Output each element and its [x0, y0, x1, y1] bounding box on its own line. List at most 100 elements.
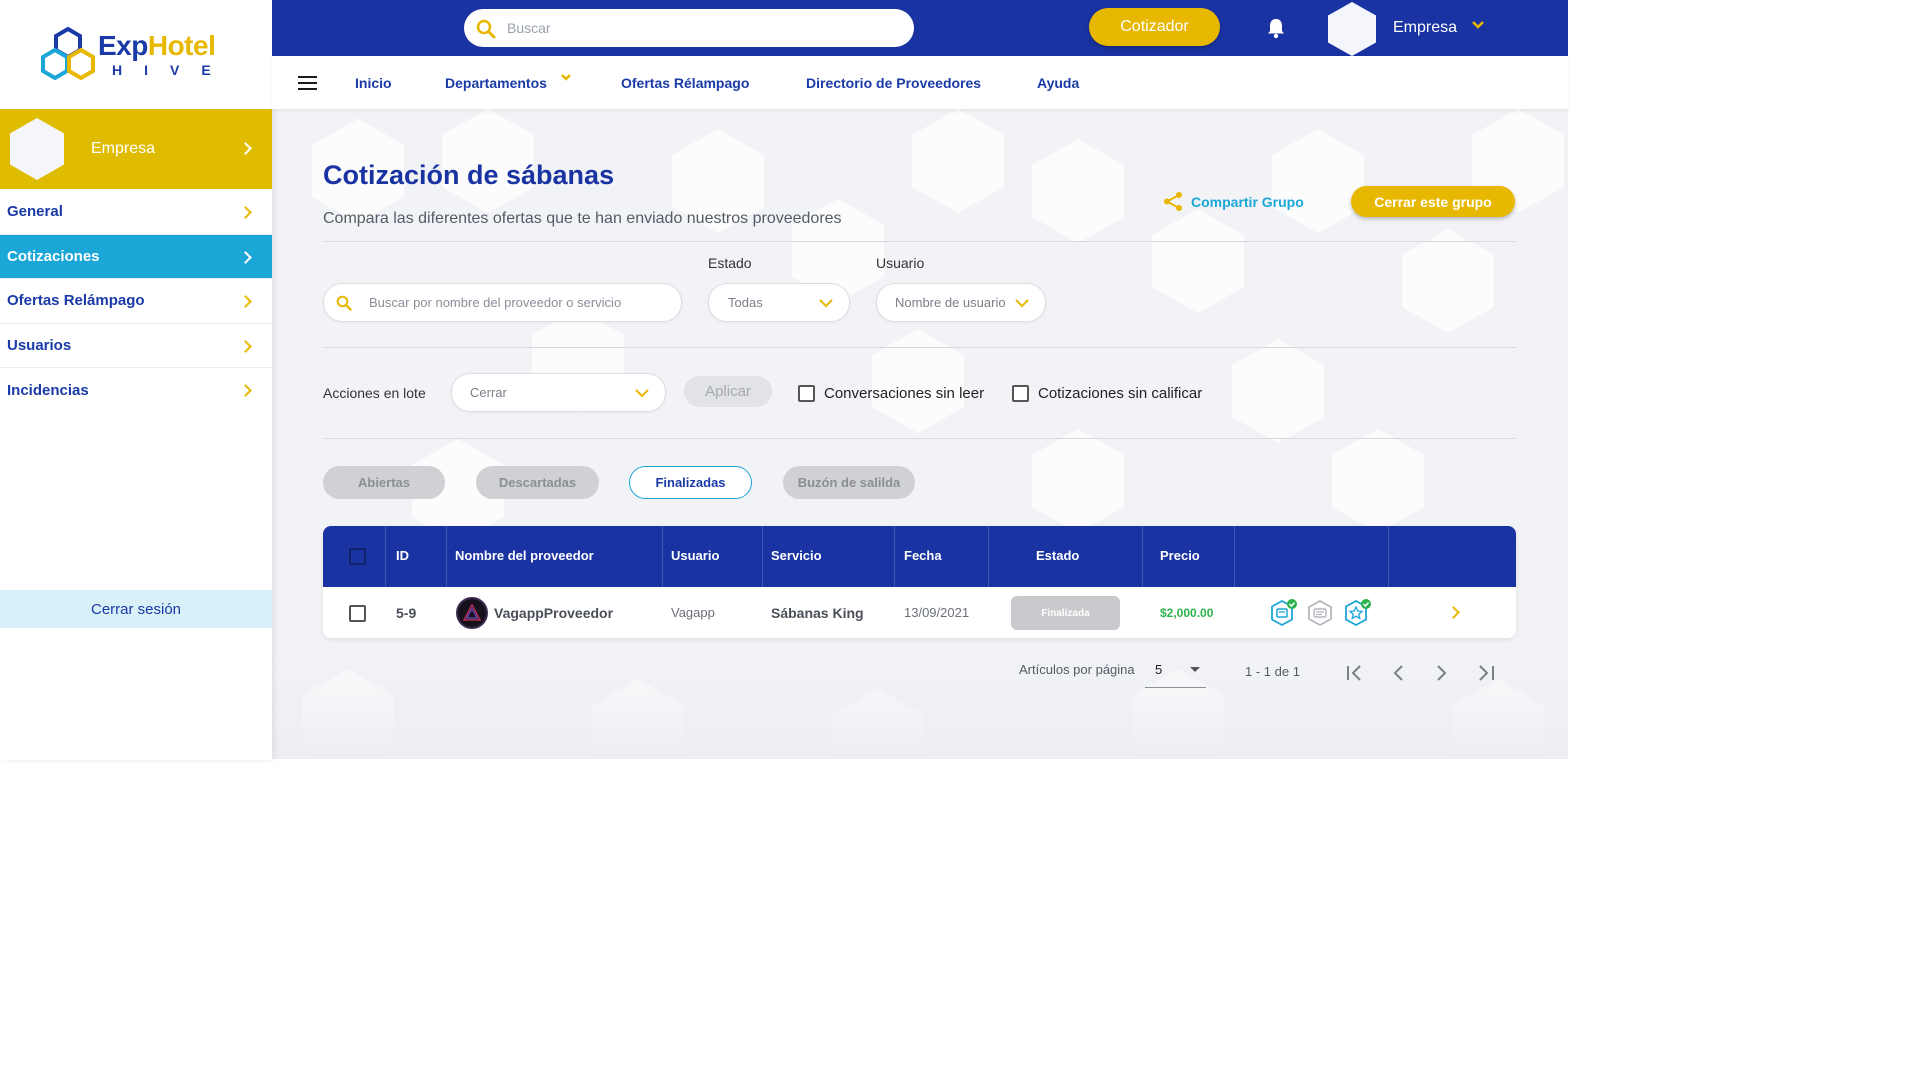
- page-subtitle: Compara las diferentes ofertas que te ha…: [323, 210, 842, 227]
- menu-item-directorio-proveedores[interactable]: Directorio de Proveedores: [806, 75, 981, 91]
- chevron-down-icon[interactable]: [1471, 20, 1485, 30]
- caret-down-icon: [1190, 667, 1200, 672]
- sidebar: ExpHotel HIVE Empresa General Cotizacion…: [0, 0, 272, 760]
- search-icon: [336, 295, 352, 311]
- sidebar-item-label: Ofertas Relámpago: [7, 292, 145, 310]
- topbar-company-name[interactable]: Empresa: [1393, 19, 1457, 37]
- column-header-status[interactable]: Estado: [1036, 548, 1079, 563]
- menu-item-departamentos[interactable]: Departamentos: [445, 75, 547, 91]
- chevron-right-icon: [239, 339, 252, 353]
- share-group-label: Compartir Grupo: [1191, 193, 1304, 210]
- sidebar-item-general[interactable]: General: [0, 190, 272, 235]
- estado-select[interactable]: Todas: [708, 283, 850, 322]
- chevron-right-icon: [239, 250, 252, 264]
- chevron-down-icon: [1015, 299, 1029, 308]
- batch-action-select[interactable]: Cerrar: [451, 373, 666, 412]
- chevron-right-icon: [239, 206, 252, 219]
- batch-actions-label: Acciones en lote: [323, 385, 426, 401]
- usuario-select[interactable]: Nombre de usuario: [876, 283, 1046, 322]
- column-header-user[interactable]: Usuario: [671, 548, 719, 563]
- provider-search-input[interactable]: Buscar por nombre del proveedor o servic…: [323, 283, 682, 322]
- items-per-page-label: Artículos por página: [1019, 662, 1135, 677]
- sidebar-item-ofertas-relampago[interactable]: Ofertas Relámpago: [0, 279, 272, 324]
- menu-item-inicio[interactable]: Inicio: [355, 75, 392, 91]
- tab-finalizadas[interactable]: Finalizadas: [629, 466, 752, 499]
- divider: [323, 438, 1516, 439]
- chevron-right-icon: [239, 384, 252, 397]
- share-icon: [1164, 192, 1182, 211]
- table-header: ID Nombre del proveedor Usuario Servicio…: [323, 526, 1516, 587]
- star-rating-icon[interactable]: [1344, 599, 1372, 627]
- unrated-quotes-checkbox[interactable]: [1012, 385, 1029, 402]
- sidebar-item-label: General: [7, 203, 63, 221]
- sidebar-company-card[interactable]: Empresa: [0, 109, 272, 189]
- row-checkbox[interactable]: [349, 605, 366, 622]
- row-provider-name[interactable]: VagappProveedor: [494, 605, 613, 621]
- sidebar-item-incidencias[interactable]: Incidencias: [0, 368, 272, 413]
- hexagon-logo-icon: [41, 26, 95, 80]
- column-header-date[interactable]: Fecha: [904, 548, 942, 563]
- company-avatar[interactable]: [1328, 2, 1376, 56]
- sidebar-item-cotizaciones[interactable]: Cotizaciones: [0, 234, 272, 279]
- company-avatar: [10, 118, 64, 180]
- tab-buzon-salida[interactable]: Buzón de salilda: [783, 466, 915, 499]
- hamburger-menu-icon[interactable]: [298, 76, 317, 90]
- sidebar-nav: General Cotizaciones Ofertas Relámpago U…: [0, 190, 272, 413]
- logout-button[interactable]: Cerrar sesión: [0, 590, 272, 628]
- divider: [323, 347, 1516, 348]
- column-header-service[interactable]: Servicio: [771, 548, 822, 563]
- sidebar-item-label: Usuarios: [7, 336, 72, 354]
- chevron-down-icon: [635, 389, 649, 398]
- column-header-price[interactable]: Precio: [1160, 548, 1200, 563]
- usuario-placeholder: Nombre de usuario: [895, 295, 1006, 310]
- tab-descartadas[interactable]: Descartadas: [476, 466, 599, 499]
- exphotel-logo[interactable]: ExpHotel HIVE: [40, 26, 240, 86]
- chevron-right-icon: [239, 295, 252, 308]
- chevron-right-icon[interactable]: [1447, 606, 1460, 619]
- row-id: 5-9: [396, 605, 417, 621]
- batch-action-value: Cerrar: [470, 385, 507, 400]
- sidebar-item-usuarios[interactable]: Usuarios: [0, 324, 272, 368]
- select-all-checkbox[interactable]: [349, 548, 366, 565]
- status-badge: Finalizada: [1011, 596, 1120, 630]
- message-icon[interactable]: [1307, 599, 1335, 627]
- items-per-page-value: 5: [1155, 662, 1163, 677]
- chevron-down-icon: [819, 299, 833, 308]
- sidebar-company-name: Empresa: [91, 140, 156, 157]
- last-page-icon[interactable]: [1476, 664, 1496, 682]
- tab-abiertas[interactable]: Abiertas: [323, 466, 445, 499]
- provider-search-placeholder: Buscar por nombre del proveedor o servic…: [369, 295, 622, 310]
- global-search-input[interactable]: Buscar: [464, 9, 914, 47]
- provider-logo-icon: [462, 603, 482, 621]
- column-header-id[interactable]: ID: [396, 548, 409, 563]
- menu-item-ofertas-relampago[interactable]: Ofertas Rélampago: [621, 75, 749, 91]
- quotes-table: ID Nombre del proveedor Usuario Servicio…: [323, 526, 1516, 638]
- chevron-down-icon[interactable]: [560, 73, 572, 83]
- first-page-icon[interactable]: [1345, 664, 1365, 682]
- row-service: Sábanas King: [771, 605, 864, 621]
- menu-item-ayuda[interactable]: Ayuda: [1037, 75, 1079, 91]
- pagination-range: 1 - 1 de 1: [1245, 664, 1300, 679]
- apply-button[interactable]: Aplicar: [684, 376, 772, 407]
- row-user: Vagapp: [671, 605, 715, 620]
- divider: [323, 241, 1516, 242]
- bell-icon[interactable]: [1266, 17, 1286, 39]
- unrated-quotes-label: Cotizaciones sin calificar: [1038, 385, 1203, 402]
- sidebar-item-label: Cotizaciones: [7, 247, 100, 265]
- share-group-button[interactable]: Compartir Grupo: [1163, 191, 1304, 212]
- sidebar-item-label: Incidencias: [7, 381, 89, 399]
- top-bar: Buscar Cotizador Empresa: [272, 0, 1568, 56]
- quote-check-icon[interactable]: [1270, 599, 1298, 627]
- items-per-page-select[interactable]: 5: [1145, 654, 1206, 688]
- next-page-icon[interactable]: [1434, 664, 1450, 682]
- logo-hive: HIVE: [112, 62, 233, 78]
- close-group-button[interactable]: Cerrar este grupo: [1351, 186, 1515, 217]
- row-date: 13/09/2021: [904, 605, 970, 620]
- search-icon: [476, 19, 496, 39]
- main-menu-bar: Inicio Departamentos Ofertas Rélampago D…: [272, 56, 1568, 109]
- column-header-provider[interactable]: Nombre del proveedor: [455, 548, 594, 563]
- logo-wordmark: ExpHotel: [98, 30, 216, 61]
- cotizador-button[interactable]: Cotizador: [1089, 8, 1220, 46]
- unread-conversations-checkbox[interactable]: [798, 385, 815, 402]
- previous-page-icon[interactable]: [1390, 664, 1406, 682]
